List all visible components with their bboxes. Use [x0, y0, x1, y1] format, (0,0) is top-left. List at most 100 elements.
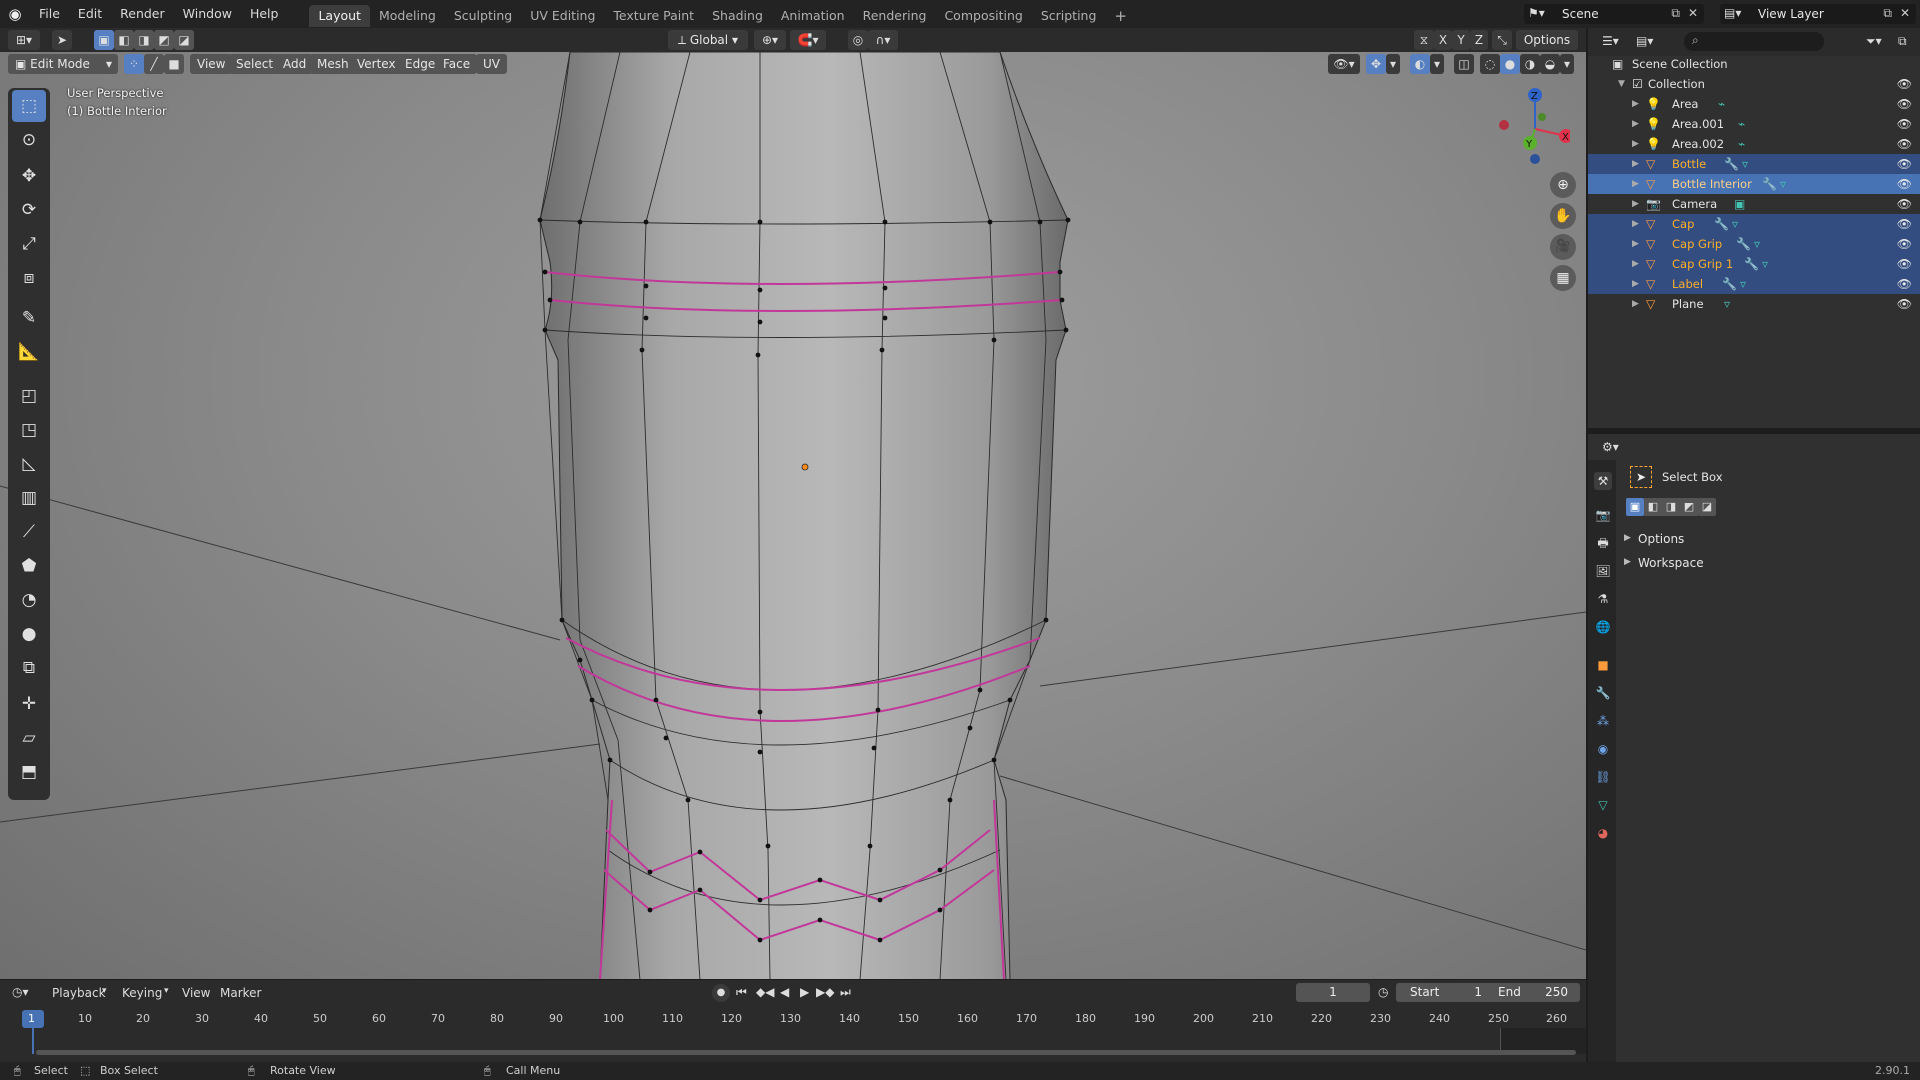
- tab-sculpting[interactable]: Sculpting: [445, 5, 521, 27]
- rendered-shading-icon[interactable]: ◒: [1540, 54, 1560, 74]
- expand-icon[interactable]: ▶: [1632, 274, 1639, 294]
- rotate-icon[interactable]: ⟳: [12, 194, 46, 226]
- tab-texture-paint[interactable]: Texture Paint: [604, 5, 703, 27]
- outliner-search-input[interactable]: ⌕: [1684, 32, 1824, 51]
- viewport-mesh-svg[interactable]: [0, 52, 1586, 979]
- knife-icon[interactable]: ⟋: [12, 516, 46, 548]
- eye-icon[interactable]: 👁: [1897, 194, 1912, 214]
- wireframe-shading-icon[interactable]: ◌: [1480, 54, 1500, 74]
- annotate-icon[interactable]: ✎: [12, 302, 46, 334]
- menu-marker[interactable]: Marker: [220, 986, 261, 1000]
- tab-animation[interactable]: Animation: [772, 5, 854, 27]
- expand-icon[interactable]: ▶: [1632, 294, 1639, 314]
- shrink-fatten-icon[interactable]: ✛: [12, 688, 46, 720]
- outliner-item-cap-grip-1[interactable]: ▶ ▽ Cap Grip 1 🔧 ▿ 👁: [1588, 254, 1920, 274]
- tab-rendering[interactable]: Rendering: [854, 5, 936, 27]
- constraints-tab-icon[interactable]: ⛓: [1594, 768, 1612, 786]
- menu-render[interactable]: Render: [111, 0, 174, 28]
- select-mode-new-icon[interactable]: ▣: [94, 30, 114, 50]
- bevel-icon[interactable]: ◺: [12, 448, 46, 480]
- outliner-item-plane[interactable]: ▶ ▽ Plane ▿ 👁: [1588, 294, 1920, 314]
- visibility-selectability-icon[interactable]: 👁▾: [1328, 54, 1360, 74]
- menu-window[interactable]: Window: [174, 0, 241, 28]
- select-invert-icon[interactable]: ◩: [1680, 498, 1698, 516]
- tool-tab-icon[interactable]: ⚒: [1594, 472, 1612, 490]
- expand-icon[interactable]: ▶: [1632, 134, 1639, 154]
- outliner-item-area[interactable]: ▶ 💡 Area ⌁ 👁: [1588, 94, 1920, 114]
- expand-icon[interactable]: ▶: [1632, 154, 1639, 174]
- modifier-tab-icon[interactable]: 🔧: [1594, 684, 1612, 702]
- new-view-layer-icon[interactable]: ⧉: [1883, 6, 1892, 21]
- select-extend-icon[interactable]: ◧: [1644, 498, 1662, 516]
- auto-keying-icon[interactable]: ●: [712, 984, 730, 1002]
- tab-layout[interactable]: Layout: [309, 4, 370, 27]
- menu-help[interactable]: Help: [241, 0, 288, 28]
- outliner-item-cap-grip[interactable]: ▶ ▽ Cap Grip 🔧 ▿ 👁: [1588, 234, 1920, 254]
- 3d-viewport[interactable]: User Perspective (1) Bottle Interior Z X…: [0, 52, 1586, 979]
- move-icon[interactable]: ✥: [12, 160, 46, 192]
- outliner-collection[interactable]: ▼ ☑ Collection 👁: [1588, 74, 1920, 94]
- outliner-editor-type-icon[interactable]: ☰▾: [1602, 34, 1619, 48]
- scene-tab-icon[interactable]: ⚗: [1594, 590, 1612, 608]
- checkbox-icon[interactable]: ☑: [1632, 74, 1643, 94]
- material-shading-icon[interactable]: ◑: [1520, 54, 1540, 74]
- eye-icon[interactable]: 👁: [1897, 74, 1912, 94]
- mirror-y-toggle[interactable]: Y: [1452, 30, 1470, 50]
- select-box-icon[interactable]: ⬚: [12, 90, 46, 122]
- eye-icon[interactable]: 👁: [1897, 154, 1912, 174]
- camera-view-icon[interactable]: 🎥: [1550, 234, 1576, 260]
- jump-start-icon[interactable]: ⏮: [736, 985, 747, 1000]
- shear-icon[interactable]: ▱: [12, 722, 46, 754]
- outliner-item-cap[interactable]: ▶ ▽ Cap 🔧 ▿ 👁: [1588, 214, 1920, 234]
- play-icon[interactable]: ▶: [800, 985, 809, 999]
- tab-uv-editing[interactable]: UV Editing: [521, 5, 604, 27]
- menu-mesh[interactable]: Mesh: [310, 54, 356, 74]
- menu-select[interactable]: Select: [229, 54, 281, 74]
- select-mode-invert-icon[interactable]: ◩: [154, 30, 174, 50]
- end-frame-field[interactable]: End 250: [1490, 983, 1580, 1002]
- transform-orientation-dropdown[interactable]: ⟂ Global ▾: [668, 30, 748, 50]
- eye-icon[interactable]: 👁: [1897, 94, 1912, 114]
- prev-keyframe-icon[interactable]: ◆◀: [756, 985, 774, 999]
- solid-shading-icon[interactable]: ●: [1500, 54, 1520, 74]
- eye-icon[interactable]: 👁: [1897, 254, 1912, 274]
- outliner-item-bottle[interactable]: ▶ ▽ Bottle 🔧 ▿ 👁: [1588, 154, 1920, 174]
- outliner-item-area-001[interactable]: ▶ 💡 Area.001 ⌁ 👁: [1588, 114, 1920, 134]
- select-subtract-icon[interactable]: ◨: [1662, 498, 1680, 516]
- menu-view[interactable]: View: [190, 54, 233, 74]
- poly-build-icon[interactable]: ⬟: [12, 550, 46, 582]
- edge-slide-icon[interactable]: ⧉: [12, 652, 46, 684]
- expand-icon[interactable]: ▶: [1632, 174, 1639, 194]
- delete-scene-icon[interactable]: ✕: [1688, 6, 1698, 20]
- output-tab-icon[interactable]: 🖶: [1594, 534, 1612, 552]
- jump-end-icon[interactable]: ⏭: [840, 985, 851, 1000]
- tab-compositing[interactable]: Compositing: [935, 5, 1031, 27]
- xray-toggle-icon[interactable]: ◫: [1454, 54, 1474, 74]
- physics-tab-icon[interactable]: ◉: [1594, 740, 1612, 758]
- mirror-z-toggle[interactable]: Z: [1470, 30, 1488, 50]
- expand-icon[interactable]: ▶: [1632, 94, 1639, 114]
- eye-icon[interactable]: 👁: [1897, 114, 1912, 134]
- timeline-editor-type-icon[interactable]: ◷▾: [12, 985, 29, 999]
- gizmo-toggle-icon[interactable]: ✥: [1366, 54, 1386, 74]
- eye-icon[interactable]: 👁: [1897, 134, 1912, 154]
- mode-dropdown[interactable]: ▣ Edit Mode ▾: [8, 54, 118, 74]
- collapse-icon[interactable]: ▼: [1618, 74, 1625, 94]
- select-mode-extend-icon[interactable]: ◧: [114, 30, 134, 50]
- render-tab-icon[interactable]: 📷: [1594, 506, 1612, 524]
- outliner-item-area-002[interactable]: ▶ 💡 Area.002 ⌁ 👁: [1588, 134, 1920, 154]
- snap-icon[interactable]: 🧲▾: [790, 30, 826, 50]
- menu-keying[interactable]: Keying: [122, 986, 162, 1000]
- blender-logo-icon[interactable]: ◉: [0, 5, 30, 23]
- bottle-body[interactable]: [539, 52, 1069, 979]
- next-keyframe-icon[interactable]: ▶◆: [816, 985, 834, 999]
- add-workspace-button[interactable]: +: [1105, 5, 1136, 27]
- menu-vertex[interactable]: Vertex: [350, 54, 403, 74]
- navigation-gizmo[interactable]: Z X Y: [1490, 87, 1573, 167]
- view-layer-selector[interactable]: ▤▾ View Layer ⧉ ✕: [1720, 4, 1916, 24]
- panel-workspace[interactable]: ▶ Workspace: [1624, 554, 1914, 574]
- expand-icon[interactable]: ▶: [1632, 214, 1639, 234]
- preview-range-icon[interactable]: ◷: [1378, 985, 1388, 999]
- expand-icon[interactable]: ▶: [1632, 234, 1639, 254]
- pivot-point-icon[interactable]: ⊕▾: [754, 30, 786, 50]
